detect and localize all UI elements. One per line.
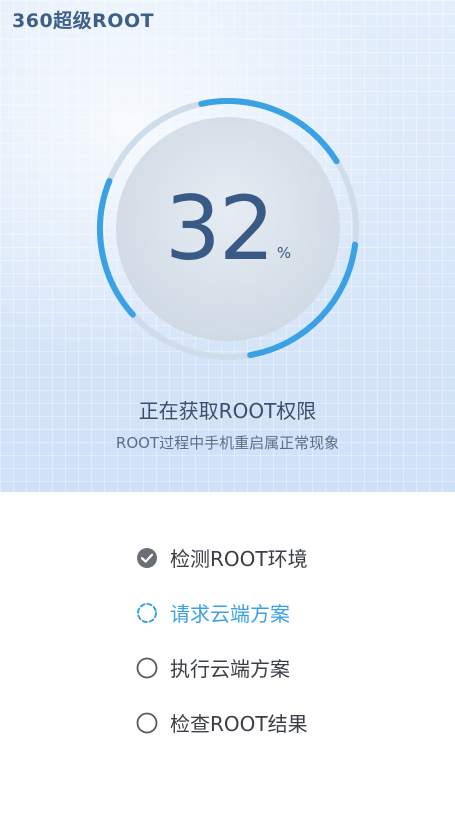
step-item-detect: 检测ROOT环境 (136, 530, 436, 585)
step-item-verify: 检查ROOT结果 (136, 695, 436, 750)
step-label: 请求云端方案 (170, 602, 290, 626)
step-label: 执行云端方案 (170, 657, 290, 681)
check-circle-icon (136, 547, 158, 569)
status-title: 正在获取ROOT权限 (138, 399, 317, 423)
progress-gauge: 32 % (95, 96, 361, 362)
step-list: 检测ROOT环境 请求云端方案 执行云端方案 检查ROOT结果 (136, 530, 436, 750)
percent-display: 32 % (95, 96, 361, 362)
status-subtitle: ROOT过程中手机重启属正常现象 (115, 434, 340, 452)
empty-circle-icon (136, 657, 158, 679)
empty-circle-icon (136, 712, 158, 734)
percent-unit: % (276, 244, 292, 262)
app-title: 360超级ROOT (12, 10, 155, 32)
step-item-request: 请求云端方案 (136, 585, 436, 640)
step-item-execute: 执行云端方案 (136, 640, 436, 695)
spinner-icon (136, 602, 158, 624)
step-label: 检查ROOT结果 (170, 712, 308, 736)
percent-value: 32 (164, 177, 275, 280)
progress-header: 360超级ROOT 32 % 正在获取ROOT权限 ROOT过程中手机重启属正常… (0, 0, 455, 492)
step-label: 检测ROOT环境 (170, 547, 308, 571)
